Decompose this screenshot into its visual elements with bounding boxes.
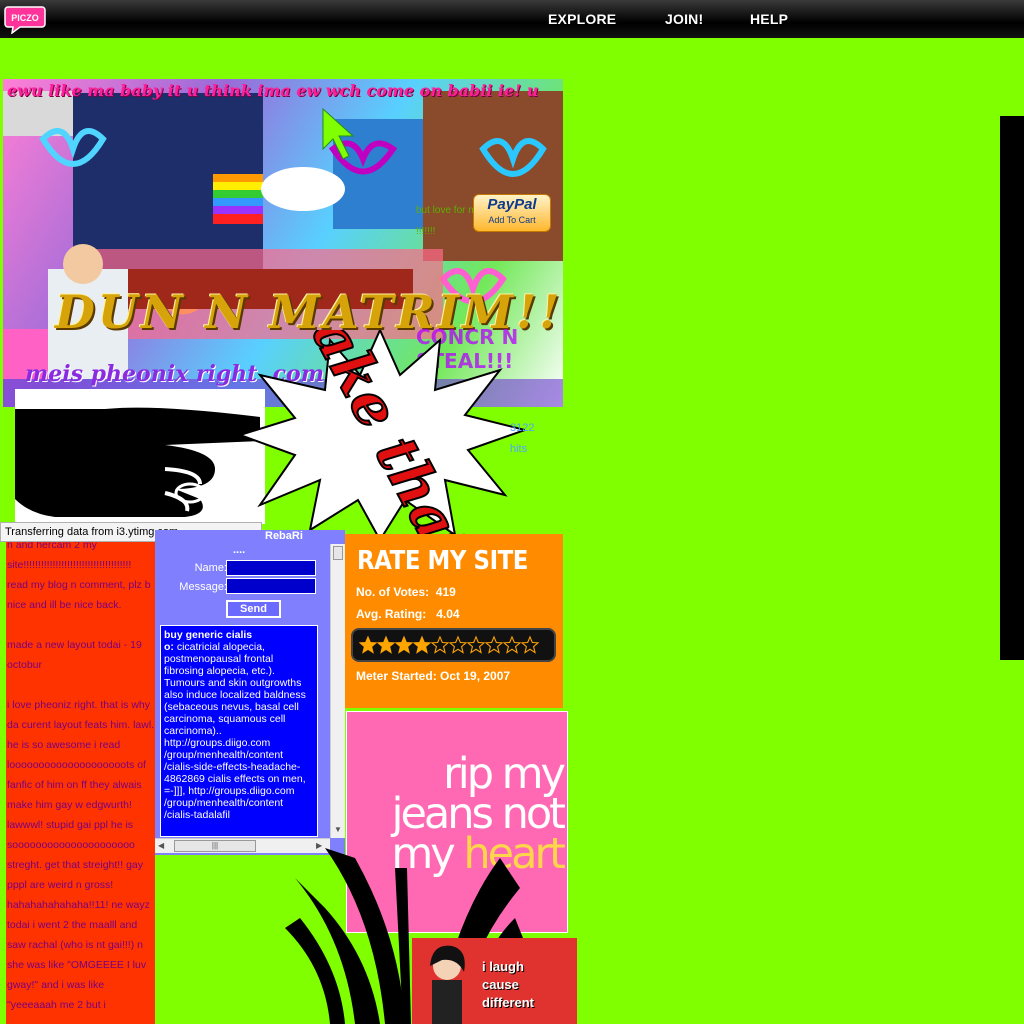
star-empty-icon[interactable] bbox=[485, 635, 503, 655]
votes-label: No. of Votes: bbox=[356, 585, 430, 599]
meter-started: Meter Started: Oct 19, 2007 bbox=[356, 669, 511, 683]
right-black-strip bbox=[1000, 116, 1024, 660]
star-empty-icon[interactable] bbox=[431, 635, 449, 655]
hit-counter: 3122 hits bbox=[510, 418, 534, 460]
emo-avatar-icon bbox=[430, 945, 465, 1024]
blog-paragraph: made a new layout todai - 19 octobur bbox=[7, 639, 142, 671]
piczo-logo[interactable]: PICZO bbox=[2, 4, 46, 34]
star-filled-icon[interactable] bbox=[413, 635, 431, 655]
star-filled-icon[interactable] bbox=[377, 635, 395, 655]
paypal-button-label: Add To Cart bbox=[488, 215, 536, 225]
avatar-caption-line: different bbox=[482, 995, 534, 1010]
hit-count: 3122 bbox=[510, 422, 535, 434]
message-input[interactable] bbox=[226, 578, 316, 594]
star-empty-icon[interactable] bbox=[449, 635, 467, 655]
vertical-scrollbar[interactable]: ▼ bbox=[330, 544, 345, 838]
hit-label: hits bbox=[510, 443, 528, 455]
name-label: Name: bbox=[194, 562, 227, 574]
star-empty-icon[interactable] bbox=[521, 635, 539, 655]
vote-count: No. of Votes: 419 bbox=[356, 585, 456, 599]
star-empty-icon[interactable] bbox=[467, 635, 485, 655]
svg-text:PICZO: PICZO bbox=[11, 13, 39, 23]
average-rating: Avg. Rating: 4.04 bbox=[356, 607, 460, 621]
blog-paragraph: i love pheoniz right. that is why da cur… bbox=[7, 699, 155, 1011]
scroll-thumb-grip-icon[interactable]: ||| bbox=[174, 840, 256, 852]
message-body: cicatricial alopecia, postmenopausal fro… bbox=[164, 641, 306, 821]
star-filled-icon[interactable] bbox=[395, 635, 413, 655]
tagboard-title: RebaRi bbox=[265, 530, 303, 542]
avatar-caption: i laugh cause different bbox=[482, 958, 534, 1012]
tagboard-widget: RebaRi .... Name: Message: Send buy gene… bbox=[155, 530, 345, 855]
name-input[interactable] bbox=[226, 560, 316, 576]
blog-column: n and hercam 2 my site!!!!!!!!!!!!!!!!!!… bbox=[6, 540, 155, 1024]
rate-my-site-widget: RATE MY SITE No. of Votes: 419 Avg. Rati… bbox=[345, 534, 563, 708]
message-author: buy generic cialis bbox=[164, 629, 253, 641]
rip-line: rip my bbox=[443, 749, 566, 799]
pointing-hand-icon bbox=[15, 407, 260, 517]
rip-line: jeans not bbox=[391, 789, 566, 839]
avg-value: 4.04 bbox=[436, 607, 460, 621]
scroll-thumb[interactable] bbox=[333, 546, 343, 560]
rate-title: RATE MY SITE bbox=[357, 546, 529, 576]
send-button[interactable]: Send bbox=[226, 600, 281, 618]
top-navigation-bar: PICZO EXPLORE JOIN! HELP bbox=[0, 0, 1024, 38]
scroll-down-arrow-icon[interactable]: ▼ bbox=[334, 825, 342, 834]
paypal-logo: PayPal bbox=[487, 196, 537, 213]
avg-label: Avg. Rating: bbox=[356, 607, 427, 621]
blog-text: n and hercam 2 my site!!!!!!!!!!!!!!!!!!… bbox=[6, 540, 155, 1024]
star-empty-icon[interactable] bbox=[503, 635, 521, 655]
nav-help-link[interactable]: HELP bbox=[750, 11, 788, 27]
avatar-caption-line: cause bbox=[482, 977, 519, 992]
avatar-caption-line: i laugh bbox=[482, 959, 524, 974]
banner-scroll-text: ewu like ma baby it u think ima ew wch c… bbox=[7, 81, 539, 100]
nav-explore-link[interactable]: EXPLORE bbox=[548, 11, 616, 27]
message-label: Message: bbox=[179, 581, 227, 593]
star-rating-bar[interactable] bbox=[351, 628, 556, 662]
tagboard-messages[interactable]: buy generic cialis o: cicatricial alopec… bbox=[160, 625, 318, 837]
paypal-add-to-cart-button[interactable]: PayPal Add To Cart bbox=[473, 194, 551, 232]
take-that-burst: Take that! bbox=[240, 330, 525, 540]
tagboard-dots: .... bbox=[233, 544, 246, 556]
message-prefix: o: bbox=[164, 641, 174, 653]
blog-paragraph: n and hercam 2 my site!!!!!!!!!!!!!!!!!!… bbox=[7, 540, 151, 611]
votes-value: 419 bbox=[435, 585, 456, 599]
avatar-graphic: i laugh cause different bbox=[412, 938, 577, 1024]
pointing-hand-image bbox=[15, 389, 265, 524]
star-filled-icon[interactable] bbox=[359, 635, 377, 655]
scroll-left-arrow-icon[interactable]: ◀ bbox=[158, 841, 164, 850]
nav-join-link[interactable]: JOIN! bbox=[665, 11, 703, 27]
